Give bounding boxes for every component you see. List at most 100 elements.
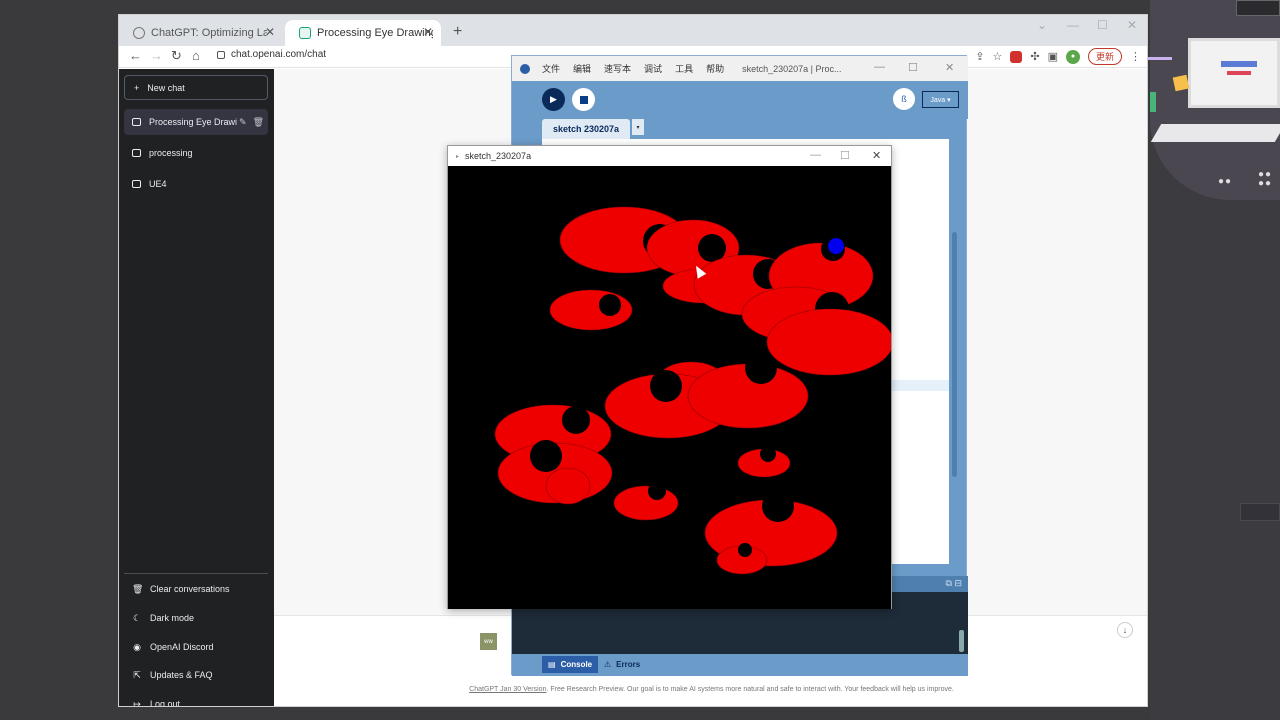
dark-mode-button[interactable]: ☾ Dark mode xyxy=(124,606,268,630)
url-text: chat.openai.com/chat xyxy=(231,49,327,60)
stop-square-icon xyxy=(579,95,588,104)
menu-label: Updates & FAQ xyxy=(150,670,213,680)
puzzle-icon[interactable]: ✣ xyxy=(1030,50,1039,63)
tab-title: ChatGPT: Optimizing Languag xyxy=(151,27,267,39)
close-icon[interactable]: ✕ xyxy=(265,25,275,39)
kebab-menu-icon[interactable]: ⋮ xyxy=(1130,50,1141,63)
minimize-icon[interactable]: — xyxy=(1067,18,1079,32)
chat-bubble-icon xyxy=(132,180,141,188)
sketch-file-tab[interactable]: sketch 230207a xyxy=(542,119,630,139)
tab-dropdown-arrow-icon[interactable]: ▾ xyxy=(632,119,644,135)
sidepanel-icon[interactable]: ▣ xyxy=(1048,50,1058,63)
trash-icon: 🗑 xyxy=(132,583,144,594)
sketch-canvas[interactable] xyxy=(448,166,891,609)
scroll-down-arrow-icon[interactable]: ↓ xyxy=(1117,622,1133,638)
menu-label: Clear conversations xyxy=(150,584,230,594)
wallpaper-dots: ●● ●● xyxy=(1258,169,1273,189)
home-icon[interactable]: ⌂ xyxy=(192,48,200,63)
footer-disclaimer: ChatGPT Jan 30 Version. Free Research Pr… xyxy=(274,686,1147,693)
menu-file[interactable]: 文件 xyxy=(542,62,560,75)
pde-menubar: 文件 编辑 速写本 调试 工具 帮助 sketch_230207a | Proc… xyxy=(512,56,968,81)
update-button[interactable]: 更新 xyxy=(1087,48,1122,65)
maximize-icon[interactable]: ☐ xyxy=(840,149,850,162)
updates-faq-link[interactable]: ⇱ Updates & FAQ xyxy=(124,663,268,687)
errors-tab[interactable]: ⚠ Errors xyxy=(604,656,640,673)
wallpaper-panel xyxy=(1240,503,1280,521)
profile-avatar-icon[interactable]: ● xyxy=(1065,49,1080,64)
close-icon[interactable]: ✕ xyxy=(945,61,954,74)
discord-link[interactable]: ◉ OpenAI Discord xyxy=(124,635,268,659)
conversation-item-active[interactable]: Processing Eye Drawi ✎ 🗑 xyxy=(124,109,268,135)
conversation-item[interactable]: UE4 xyxy=(124,171,268,197)
star-icon[interactable]: ☆ xyxy=(992,50,1002,63)
minimize-icon[interactable]: — xyxy=(874,61,885,73)
maximize-icon[interactable]: ☐ xyxy=(908,61,918,74)
wallpaper-plant xyxy=(1150,92,1156,112)
run-button[interactable]: ▶ xyxy=(542,88,565,111)
menu-label: Dark mode xyxy=(150,613,195,623)
trash-icon[interactable]: 🗑 xyxy=(253,117,264,128)
share-icon[interactable]: ⇪ xyxy=(975,50,984,63)
menu-debug[interactable]: 调试 xyxy=(644,62,662,75)
menu-sketch[interactable]: 速写本 xyxy=(604,62,631,75)
new-chat-button[interactable]: + New chat xyxy=(124,75,268,100)
console-tab-label: Console xyxy=(560,660,593,669)
chatgpt-sidebar: + New chat Processing Eye Drawi ✎ 🗑 proc… xyxy=(119,69,274,707)
menu-tools[interactable]: 工具 xyxy=(675,62,693,75)
eye-pupil xyxy=(562,406,590,434)
close-icon[interactable]: ✕ xyxy=(872,149,881,162)
extension-red-icon[interactable] xyxy=(1010,50,1023,63)
conversation-title: UE4 xyxy=(149,179,167,189)
close-icon[interactable]: ✕ xyxy=(423,25,433,39)
processing-logo-icon xyxy=(520,63,530,74)
desktop-background-left xyxy=(0,0,118,720)
eye-pupil xyxy=(745,352,777,384)
new-tab-plus-icon[interactable]: + xyxy=(453,23,462,41)
chatgpt-favicon-icon xyxy=(299,27,311,39)
editor-scrollbar[interactable] xyxy=(952,232,957,477)
version-link[interactable]: ChatGPT Jan 30 Version xyxy=(469,686,546,693)
sketch-window-title: sketch_230207a xyxy=(465,151,532,161)
pde-bottom-tabs: ▤ Console ⚠ Errors xyxy=(512,654,968,676)
menu-help[interactable]: 帮助 xyxy=(706,62,724,75)
chat-bubble-icon xyxy=(132,149,141,157)
forward-arrow-icon[interactable]: → xyxy=(150,48,163,63)
openai-favicon-icon xyxy=(133,27,145,39)
log-out-button[interactable]: ↦ Log out xyxy=(124,692,268,707)
console-scrollbar[interactable] xyxy=(959,630,964,652)
wallpaper-dots: ●● xyxy=(1218,176,1233,187)
reload-icon[interactable]: ↻ xyxy=(171,48,182,64)
console-copy-clear-icons[interactable]: ⧉ ⊟ xyxy=(946,578,962,589)
mode-selector[interactable]: Java ▾ xyxy=(922,91,959,108)
eye-ellipse xyxy=(613,485,679,521)
eye-pupil xyxy=(648,482,666,500)
desktop: ●● ●●●● ChatGPT: Optimizing Languag ✕ Pr… xyxy=(0,0,1280,720)
minimize-icon[interactable]: — xyxy=(810,149,821,161)
wallpaper-desk xyxy=(1150,124,1280,142)
tab-search-chevron-icon[interactable]: ⌄ xyxy=(1037,18,1047,32)
menu-edit[interactable]: 编辑 xyxy=(573,62,591,75)
sketch-output-window: ▸ sketch_230207a — ☐ ✕ xyxy=(447,145,892,609)
logout-icon: ↦ xyxy=(133,698,141,707)
browser-tab[interactable]: ChatGPT: Optimizing Languag ✕ xyxy=(119,20,283,46)
back-arrow-icon[interactable]: ← xyxy=(129,48,142,63)
conversation-item[interactable]: processing xyxy=(124,140,268,166)
desktop-wallpaper-box xyxy=(1236,0,1280,16)
close-window-icon[interactable]: ✕ xyxy=(1127,18,1137,32)
sketch-window-icon: ▸ xyxy=(456,153,460,160)
eye-pupil xyxy=(650,370,682,402)
tab-title: Processing Eye Drawing xyxy=(317,27,433,39)
address-bar[interactable]: chat.openai.com/chat xyxy=(217,49,326,60)
stop-button[interactable] xyxy=(572,88,595,111)
maximize-icon[interactable]: ☐ xyxy=(1097,18,1108,32)
clear-conversations-button[interactable]: 🗑 Clear conversations xyxy=(124,577,268,601)
edit-pencil-icon[interactable]: ✎ xyxy=(239,117,247,128)
discord-icon: ◉ xyxy=(133,641,141,652)
eye-pupil xyxy=(698,234,726,262)
console-tab[interactable]: ▤ Console xyxy=(542,656,599,673)
chat-bubble-icon xyxy=(132,118,141,126)
debug-butterfly-icon[interactable]: ß xyxy=(893,88,915,110)
browser-tab-active[interactable]: Processing Eye Drawing ✕ xyxy=(285,20,441,46)
conversation-actions: ✎ 🗑 xyxy=(239,117,264,128)
eye-ellipse xyxy=(545,467,591,505)
